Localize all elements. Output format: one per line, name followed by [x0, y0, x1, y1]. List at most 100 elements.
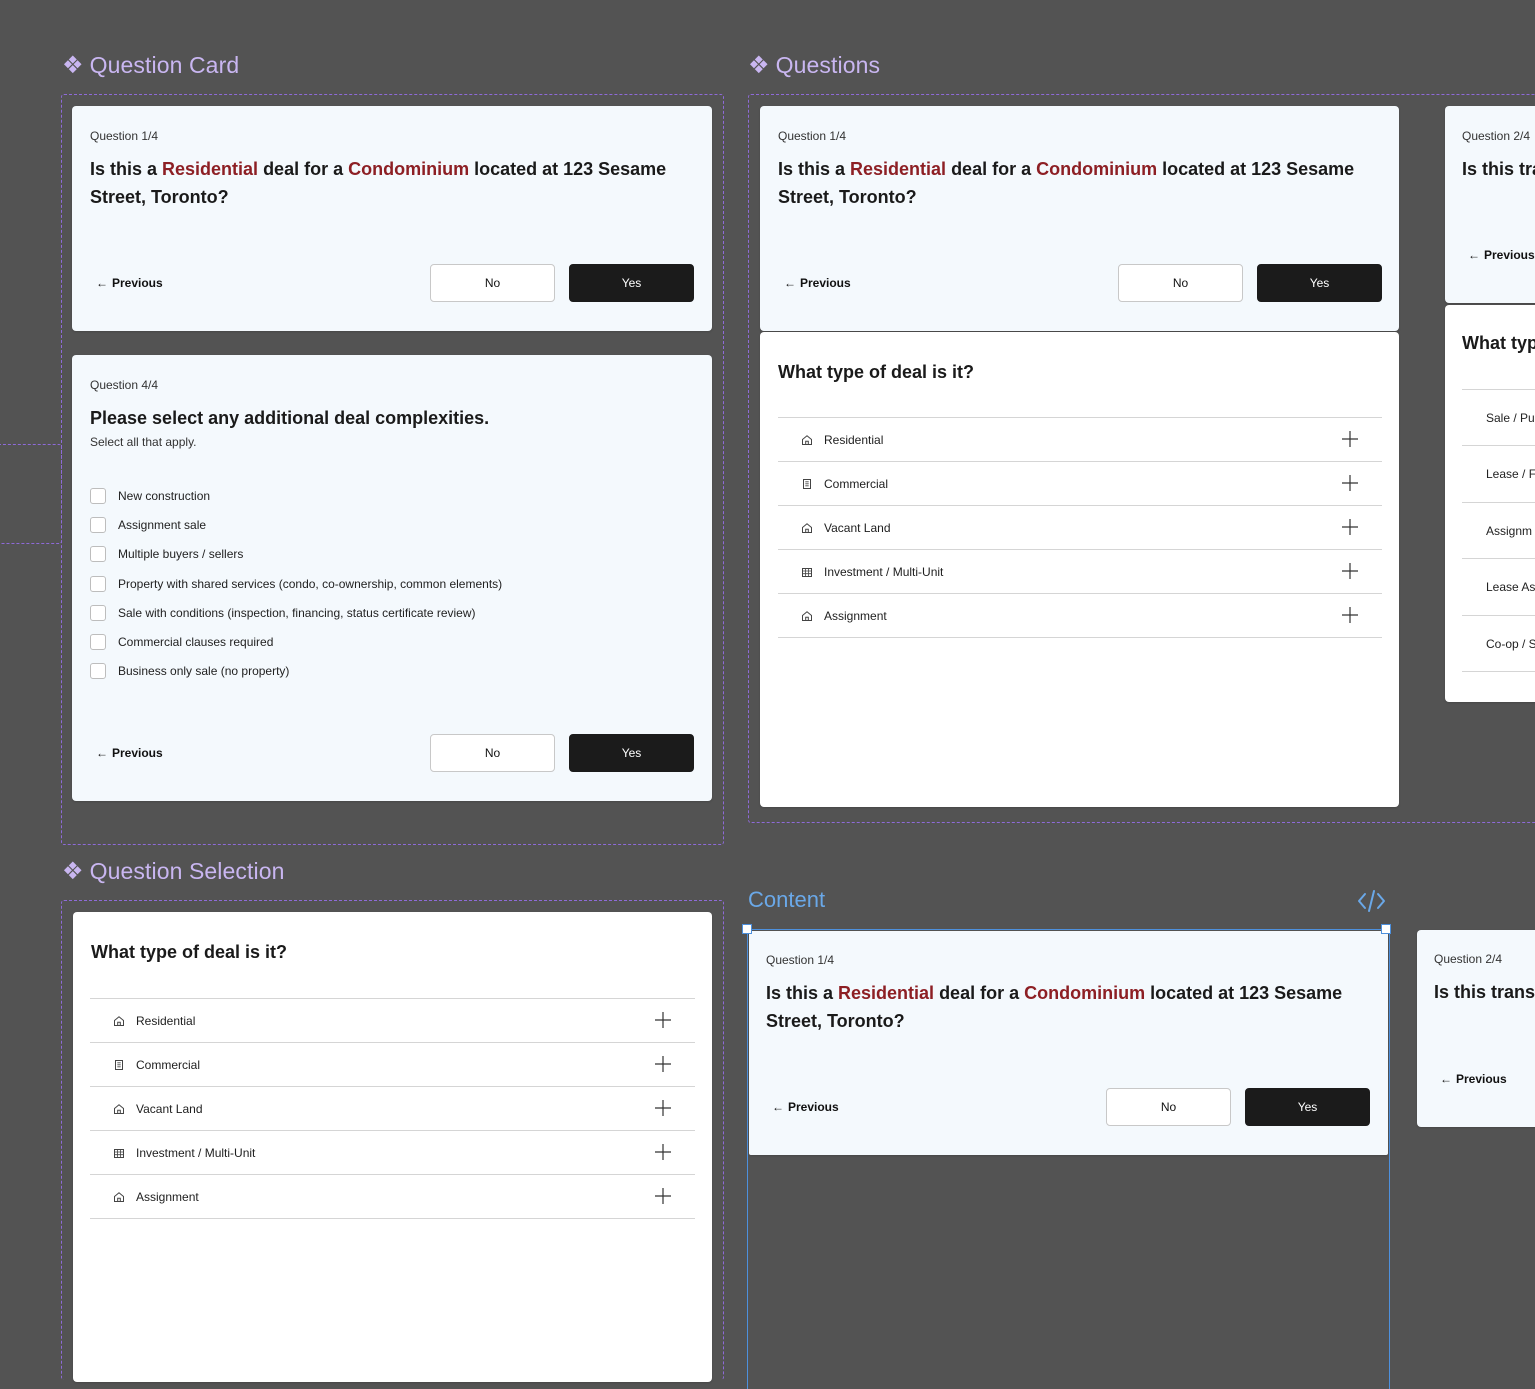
building-icon: [800, 478, 814, 490]
previous-button[interactable]: ← Previous: [784, 276, 851, 290]
plus-icon[interactable]: [653, 1010, 673, 1030]
deal-type-list: Residential Commercial Vacant Land Inves…: [90, 998, 695, 1219]
plus-icon[interactable]: [1340, 605, 1360, 625]
checkbox-option[interactable]: Property with shared services (condo, co…: [90, 576, 502, 592]
plus-icon[interactable]: [1340, 473, 1360, 493]
question-counter: Question 4/4: [90, 378, 159, 392]
resize-handle-top-right[interactable]: [1381, 924, 1391, 934]
plus-icon[interactable]: [1340, 561, 1360, 581]
checkbox-option[interactable]: Commercial clauses required: [90, 634, 273, 650]
no-button[interactable]: No: [1118, 264, 1243, 302]
deal-type-question: What type of deal is it?: [778, 362, 975, 382]
question-counter: Question 1/4: [90, 129, 159, 143]
component-icon: ❖: [62, 51, 84, 79]
yes-button[interactable]: Yes: [569, 264, 694, 302]
code-icon[interactable]: [1357, 889, 1386, 913]
plus-icon[interactable]: [653, 1142, 673, 1162]
section-title-question-card: ❖ Question Card: [62, 51, 240, 79]
deal-type-item-assignment[interactable]: Assignment: [90, 1175, 695, 1219]
deal-type-item-vacant-land[interactable]: Vacant Land: [90, 1087, 695, 1131]
checkbox[interactable]: [90, 576, 106, 592]
content-question-card: Question 1/4 Is this a Residential deal …: [749, 931, 1388, 1155]
checkbox-option[interactable]: New construction: [90, 488, 210, 504]
arrow-left-icon: ←: [96, 746, 108, 760]
arrow-left-icon: ←: [1440, 1072, 1452, 1086]
checkbox-option[interactable]: Sale with conditions (inspection, financ…: [90, 605, 476, 621]
question-counter: Question 1/4: [778, 129, 847, 143]
checkbox[interactable]: [90, 634, 106, 650]
deal-type-item-residential[interactable]: Residential: [90, 999, 695, 1043]
question-text: Is this a Residential deal for a Condomi…: [766, 983, 1343, 1031]
question-subtitle: Select all that apply.: [90, 435, 197, 449]
plus-icon[interactable]: [653, 1054, 673, 1074]
deal-type-item-commercial[interactable]: Commercial: [778, 462, 1382, 506]
no-button[interactable]: No: [430, 734, 555, 772]
question-text: Is this trans: [1434, 982, 1535, 1002]
previous-button[interactable]: ← Previous: [1440, 1072, 1507, 1086]
checkbox[interactable]: [90, 605, 106, 621]
question-card-1: Question 1/4 Is this a Residential deal …: [72, 106, 712, 331]
deal-type-item-commercial[interactable]: Commercial: [90, 1043, 695, 1087]
deal-type-item-investment[interactable]: Investment / Multi-Unit: [778, 550, 1382, 594]
checkbox[interactable]: [90, 488, 106, 504]
checkbox-option[interactable]: Business only sale (no property): [90, 663, 289, 679]
option-label[interactable]: Assignm: [1486, 524, 1532, 538]
highlight-residential: Residential: [838, 983, 935, 1003]
question-text: Please select any additional deal comple…: [90, 408, 490, 428]
deal-type-card-partial: What typ Sale / Pu Lease / F Assignm Lea…: [1445, 305, 1535, 702]
yes-button[interactable]: Yes: [1257, 264, 1382, 302]
option-label[interactable]: Co-op / S: [1486, 637, 1535, 651]
deal-type-item-residential[interactable]: Residential: [778, 418, 1382, 462]
previous-button[interactable]: ← Previous: [96, 746, 163, 760]
home-icon: [112, 1191, 126, 1203]
no-button[interactable]: No: [430, 264, 555, 302]
home-icon: [112, 1103, 126, 1115]
deal-type-question: What typ: [1462, 333, 1535, 353]
section-title-questions: ❖ Questions: [748, 51, 881, 79]
option-label[interactable]: Lease As: [1486, 580, 1535, 594]
checkbox-option[interactable]: Assignment sale: [90, 517, 206, 533]
yes-button[interactable]: Yes: [569, 734, 694, 772]
plus-icon[interactable]: [1340, 517, 1360, 537]
checkbox[interactable]: [90, 546, 106, 562]
plus-icon[interactable]: [653, 1098, 673, 1118]
checkbox-option[interactable]: Multiple buyers / sellers: [90, 546, 243, 562]
checkbox[interactable]: [90, 663, 106, 679]
resize-handle-top-left[interactable]: [742, 924, 752, 934]
home-icon: [800, 610, 814, 622]
question-counter: Question 2/4: [1462, 129, 1531, 143]
plus-icon[interactable]: [653, 1186, 673, 1206]
questions-card-2-partial: Question 2/4 Is this tra ← Previous: [1445, 106, 1535, 303]
divider: [1462, 445, 1535, 446]
no-button[interactable]: No: [1106, 1088, 1231, 1126]
previous-button[interactable]: ← Previous: [772, 1100, 839, 1114]
highlight-residential: Residential: [850, 159, 947, 179]
content-frame-title: Content: [748, 887, 826, 912]
yes-button[interactable]: Yes: [1245, 1088, 1370, 1126]
option-label[interactable]: Lease / F: [1486, 467, 1535, 481]
question-card-4: Question 4/4 Please select any additiona…: [72, 355, 712, 801]
divider: [1462, 558, 1535, 559]
question-text: Is this a Residential deal for a Condomi…: [90, 159, 667, 207]
building-icon: [112, 1059, 126, 1071]
section-title-question-selection: ❖ Question Selection: [62, 857, 285, 885]
deal-type-item-assignment[interactable]: Assignment: [778, 594, 1382, 638]
divider: [1462, 389, 1535, 390]
previous-button[interactable]: ← Previous: [96, 276, 163, 290]
arrow-left-icon: ←: [784, 276, 796, 290]
question-text: Is this tra: [1462, 159, 1535, 179]
component-icon: ❖: [748, 51, 770, 79]
deal-type-item-vacant-land[interactable]: Vacant Land: [778, 506, 1382, 550]
option-label[interactable]: Sale / Pu: [1486, 411, 1535, 425]
highlight-condominium: Condominium: [348, 159, 470, 179]
divider: [1462, 615, 1535, 616]
home-icon: [112, 1015, 126, 1027]
highlight-condominium: Condominium: [1024, 983, 1146, 1003]
question-counter: Question 2/4: [1434, 952, 1503, 966]
multi-unit-icon: [800, 566, 814, 578]
checkbox[interactable]: [90, 517, 106, 533]
deal-type-item-investment[interactable]: Investment / Multi-Unit: [90, 1131, 695, 1175]
plus-icon[interactable]: [1340, 429, 1360, 449]
previous-button[interactable]: ← Previous: [1468, 248, 1535, 262]
home-icon: [800, 522, 814, 534]
